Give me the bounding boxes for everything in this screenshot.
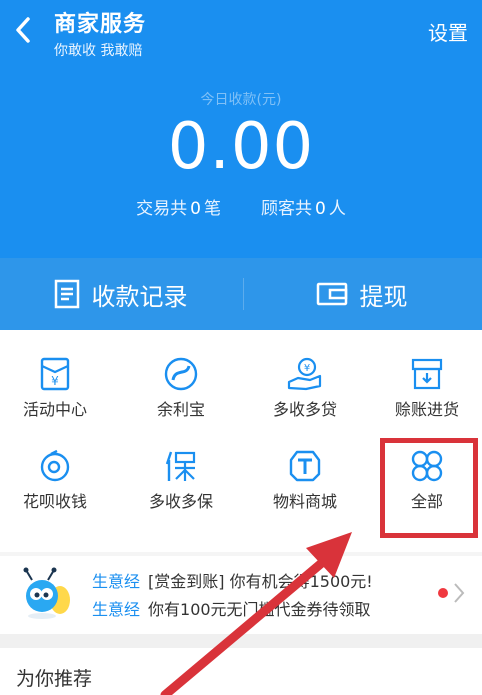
grid-label-yulibao: 余利宝 [156, 400, 205, 419]
box-icon [411, 358, 443, 390]
recommend-title: 为你推荐 [16, 668, 93, 690]
wallet-icon [316, 282, 347, 306]
withdraw-label: 提现 [359, 282, 408, 311]
huabei-icon [40, 449, 70, 482]
recommend-section: 为你推荐 [0, 648, 482, 695]
today-income-label: 今日收款(元) [200, 92, 282, 108]
grid-item-activity[interactable]: ¥ 活动中心 [0, 330, 110, 420]
envelope-yen-icon: ¥ [40, 357, 70, 391]
grid-label-material-mall: 物料商城 [272, 492, 337, 511]
svg-text:¥: ¥ [304, 363, 310, 374]
records-label: 收款记录 [91, 282, 188, 311]
page-title: 商家服务 [54, 12, 147, 37]
tx-prefix: 交易共 [136, 199, 188, 219]
unread-dot [438, 588, 448, 598]
grid-item-material-mall[interactable]: 物料商城 [250, 422, 360, 512]
banner-text-1: [赏金到账] 你有机会得1500元! [148, 572, 373, 591]
section-divider [0, 634, 482, 648]
grid-label-huabei: 花呗收钱 [22, 492, 87, 511]
chevron-right-icon [454, 583, 465, 603]
svg-text:¥: ¥ [51, 374, 59, 388]
page-subtitle: 你敢收 我敢赔 [54, 43, 143, 59]
customer-count: 顾客共 0 人 [261, 194, 346, 219]
cust-count: 0 [315, 199, 326, 219]
grid-label-loan: 多收多贷 [272, 400, 337, 419]
chevron-left-icon [16, 17, 30, 43]
grid-item-huabei[interactable]: 花呗收钱 [0, 422, 110, 512]
grid-label-credit-stock: 赊账进货 [394, 400, 459, 419]
grid-label-insurance: 多收多保 [148, 492, 213, 511]
grid-label-activity: 活动中心 [22, 400, 87, 419]
cust-prefix: 顾客共 [261, 199, 312, 219]
grid-item-loan[interactable]: ¥ 多收多贷 [250, 330, 360, 420]
withdraw-button[interactable]: 提现 [241, 258, 482, 330]
services-grid: ¥ 活动中心 余利宝 ¥ 多收多贷 赊账进货 花呗收钱 多收多保 物料商城 全部 [0, 330, 482, 552]
banner-line-1: 生意经 [赏金到账] 你有机会得1500元! [92, 568, 373, 592]
mascot-icon [23, 567, 70, 619]
stats-row: 交易共 0 笔 顾客共 0 人 [0, 194, 482, 219]
settings-button[interactable]: 设置 [428, 17, 468, 46]
hand-coin-icon: ¥ [287, 357, 322, 391]
bao-icon [165, 451, 196, 481]
tx-unit: 笔 [204, 199, 221, 219]
action-bar: 收款记录 提现 [0, 258, 482, 330]
banner-line-2: 生意经 你有100元无门槛代金券待领取 [92, 596, 371, 620]
transaction-count: 交易共 0 笔 [136, 194, 221, 219]
banner-keyword-2: 生意经 [92, 600, 141, 619]
grid-item-insurance[interactable]: 多收多保 [126, 422, 236, 512]
tx-count: 0 [190, 199, 201, 219]
back-button[interactable] [8, 12, 38, 48]
grid-item-yulibao[interactable]: 余利宝 [126, 330, 236, 420]
receipt-icon [54, 279, 79, 309]
action-divider [243, 278, 244, 310]
records-button[interactable]: 收款记录 [0, 258, 241, 330]
banner-text-2: 你有100元无门槛代金券待领取 [148, 600, 371, 619]
yulibao-icon [164, 357, 198, 391]
t-shield-icon [289, 450, 321, 482]
grid-item-credit-stock[interactable]: 赊账进货 [372, 330, 482, 420]
banner-keyword-1: 生意经 [92, 572, 141, 591]
today-income-amount: 0.00 [167, 110, 315, 184]
highlight-box [380, 438, 478, 538]
tips-banner[interactable]: 生意经 [赏金到账] 你有机会得1500元! 生意经 你有100元无门槛代金券待领取 [0, 556, 482, 634]
cust-unit: 人 [328, 199, 346, 219]
header: 商家服务 你敢收 我敢赔 设置 今日收款(元) 0.00 交易共 0 笔 顾客共 0 人 [0, 0, 482, 258]
